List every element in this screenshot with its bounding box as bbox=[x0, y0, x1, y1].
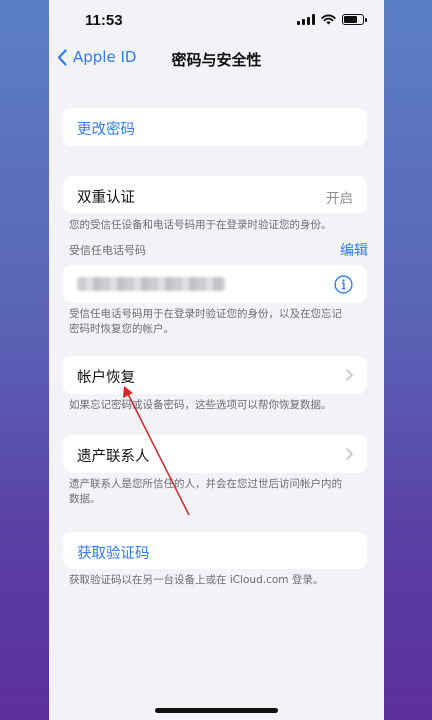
get-verification-code-label: 获取验证码 bbox=[77, 546, 150, 562]
trusted-numbers-note: 受信任电话号码用于在登录时验证您的身份，以及在您忘记 密码时恢复您的帐户。 bbox=[69, 307, 369, 337]
cellular-signal-icon bbox=[297, 14, 315, 25]
verification-code-note: 获取验证码以在另一台设备上或在 iCloud.com 登录。 bbox=[69, 574, 324, 586]
account-recovery-button[interactable]: 帐户恢复 bbox=[63, 356, 367, 394]
phone-screen: 11:53 Apple ID 密码与安全性 更改密码 双重认证 开启 您的受信任… bbox=[49, 0, 384, 720]
trusted-numbers-note-line2: 密码时恢复您的帐户。 bbox=[69, 323, 174, 335]
change-password-label: 更改密码 bbox=[77, 122, 135, 138]
legacy-contact-note-line2: 数据。 bbox=[69, 493, 101, 505]
battery-icon bbox=[342, 14, 367, 25]
two-factor-row: 双重认证 开启 bbox=[63, 176, 367, 213]
chevron-right-icon bbox=[346, 369, 353, 381]
battery-fill bbox=[344, 16, 357, 23]
trusted-phone-number bbox=[77, 277, 225, 291]
navigation-bar: Apple ID 密码与安全性 bbox=[49, 44, 384, 76]
status-icons bbox=[297, 14, 367, 25]
account-recovery-label: 帐户恢复 bbox=[77, 370, 135, 386]
two-factor-label: 双重认证 bbox=[77, 190, 135, 206]
info-icon[interactable] bbox=[334, 275, 353, 294]
status-time: 11:53 bbox=[85, 12, 123, 29]
status-bar: 11:53 bbox=[49, 0, 384, 44]
legacy-contact-label: 遗产联系人 bbox=[77, 449, 150, 465]
two-factor-status: 开启 bbox=[326, 191, 353, 207]
legacy-contact-note: 遗产联系人是您所信任的人，并会在您过世后访问帐户内的 数据。 bbox=[69, 477, 369, 507]
legacy-contact-button[interactable]: 遗产联系人 bbox=[63, 435, 367, 473]
trusted-numbers-note-line1: 受信任电话号码用于在登录时验证您的身份，以及在您忘记 bbox=[69, 308, 342, 320]
trusted-phone-row bbox=[63, 265, 367, 303]
edit-button[interactable]: 编辑 bbox=[340, 240, 368, 260]
trusted-numbers-header: 受信任电话号码 bbox=[69, 244, 146, 257]
page-title: 密码与安全性 bbox=[171, 51, 262, 69]
two-factor-note: 您的受信任设备和电话号码用于在登录时验证您的身份。 bbox=[69, 219, 332, 231]
wifi-icon bbox=[321, 14, 336, 25]
home-indicator bbox=[155, 708, 278, 713]
get-verification-code-button[interactable]: 获取验证码 bbox=[63, 532, 367, 569]
legacy-contact-note-line1: 遗产联系人是您所信任的人，并会在您过世后访问帐户内的 bbox=[69, 478, 342, 490]
chevron-right-icon bbox=[346, 448, 353, 460]
change-password-button[interactable]: 更改密码 bbox=[63, 108, 367, 146]
account-recovery-note: 如果忘记密码或设备密码，这些选项可以帮你恢复数据。 bbox=[69, 399, 332, 411]
